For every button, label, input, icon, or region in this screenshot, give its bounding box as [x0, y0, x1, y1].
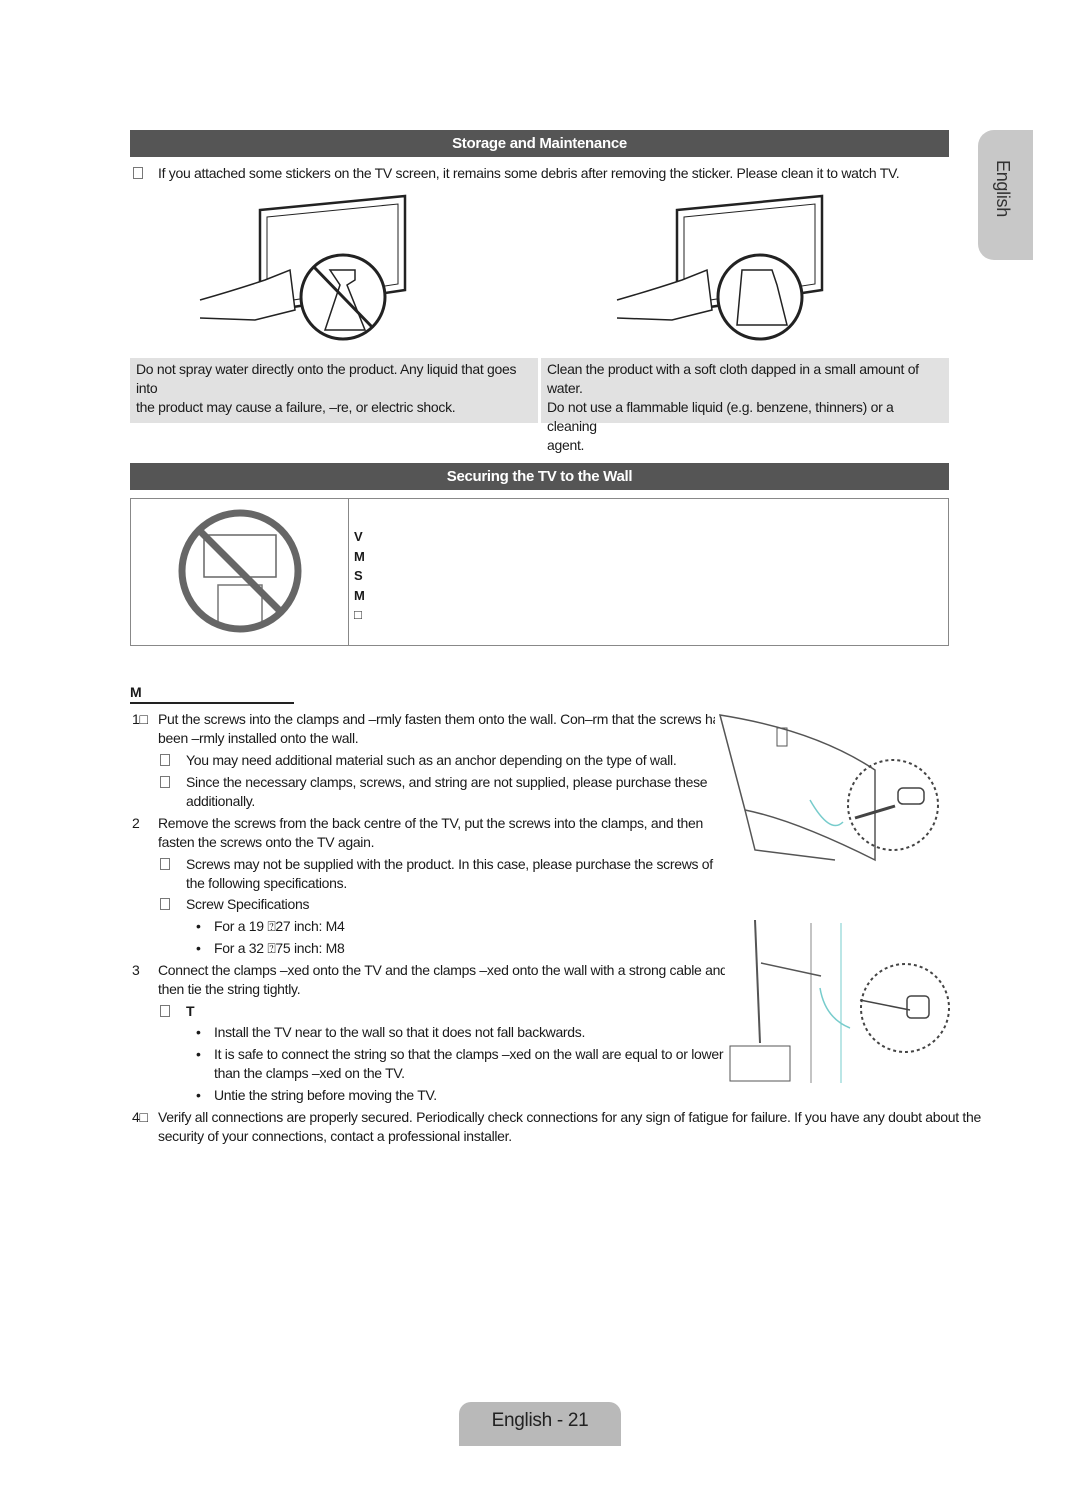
bullet-text: It is safe to connect the string so that… — [214, 1046, 724, 1062]
glyph: M — [354, 587, 365, 603]
step-text: then tie the string tightly. — [158, 981, 301, 997]
bullet-text: Install the TV near to the wall so that … — [214, 1024, 586, 1040]
bullet-text: For a 32 ⍰75 inch: M8 — [214, 940, 345, 956]
note-text: additionally. — [186, 793, 255, 809]
step-text: Connect the clamps –xed onto the TV and … — [158, 962, 728, 978]
language-side-tab: English — [978, 130, 1033, 260]
glyph: □ — [354, 607, 362, 622]
storage-header: Storage and Maintenance — [130, 130, 949, 157]
note-icon — [160, 858, 170, 870]
caption-line: Do not use a flammable liquid (e.g. benz… — [547, 399, 894, 434]
step-number: 2 — [132, 815, 140, 831]
securing-header: Securing the TV to the Wall — [130, 463, 949, 490]
note-text: Screws may not be supplied with the prod… — [186, 856, 713, 872]
step-text: security of your connections, contact a … — [158, 1128, 512, 1144]
note-icon — [160, 754, 170, 766]
step-text: Remove the screws from the back centre o… — [158, 815, 703, 831]
warning-glyphs: V M S M □ — [354, 527, 365, 625]
bullet-text: For a 19 ⍰27 inch: M4 — [214, 918, 345, 934]
caption-line: Do not spray water directly onto the pro… — [136, 361, 517, 396]
page-number: English - 21 — [491, 1410, 589, 1431]
subheading: M — [130, 684, 142, 700]
page-footer-tab: English - 21 — [459, 1402, 621, 1446]
note-text: Since the necessary clamps, screws, and … — [186, 774, 708, 790]
note-text: T — [186, 1003, 195, 1019]
sticker-note: If you attached some stickers on the TV … — [158, 165, 900, 181]
step-number: 3 — [132, 962, 140, 978]
step-text: Put the screws into the clamps and –rmly… — [158, 711, 735, 727]
step-text: Verify all connections are properly secu… — [158, 1109, 981, 1125]
caption-line: agent. — [547, 437, 585, 453]
soft-cloth-illustration — [616, 194, 824, 341]
bullet: • — [196, 1046, 201, 1062]
tv-back-clamp-illustration — [715, 710, 945, 870]
subheading-rule — [130, 702, 294, 704]
note-text: Screw Specifications — [186, 896, 310, 912]
step-text: been –rmly installed onto the wall. — [158, 730, 359, 746]
step-number: 4□ — [132, 1109, 148, 1125]
caption-clean: Clean the product with a soft cloth dapp… — [541, 358, 949, 453]
glyph: V — [354, 529, 363, 544]
tv-wall-string-illustration — [725, 918, 955, 1083]
bullet: • — [196, 1087, 201, 1103]
note-text: You may need additional material such as… — [186, 752, 677, 768]
note-icon — [160, 898, 170, 910]
caption-no-spray: Do not spray water directly onto the pro… — [130, 358, 538, 423]
no-stand-icon — [178, 509, 302, 633]
side-tab-label: English — [993, 160, 1013, 217]
caption-line: Clean the product with a soft cloth dapp… — [547, 361, 919, 396]
no-spray-illustration — [199, 194, 407, 341]
caption-line: the product may cause a failure, –re, or… — [136, 399, 456, 415]
step-text: fasten the screws onto the TV again. — [158, 834, 375, 850]
step-number: 1□ — [132, 711, 148, 727]
bullet-text: Untie the string before moving the TV. — [214, 1087, 437, 1103]
glyph: S — [354, 568, 363, 583]
bullet-text: than the clamps –xed on the TV. — [214, 1065, 405, 1081]
note-icon — [160, 1005, 170, 1017]
bullet: • — [196, 940, 201, 956]
note-icon — [133, 164, 143, 183]
warning-box: V M S M □ — [130, 498, 949, 646]
bullet: • — [196, 918, 201, 934]
note-icon — [160, 776, 170, 788]
note-text: the following specifications. — [186, 875, 347, 891]
bullet: • — [196, 1024, 201, 1040]
glyph: M — [354, 548, 365, 564]
